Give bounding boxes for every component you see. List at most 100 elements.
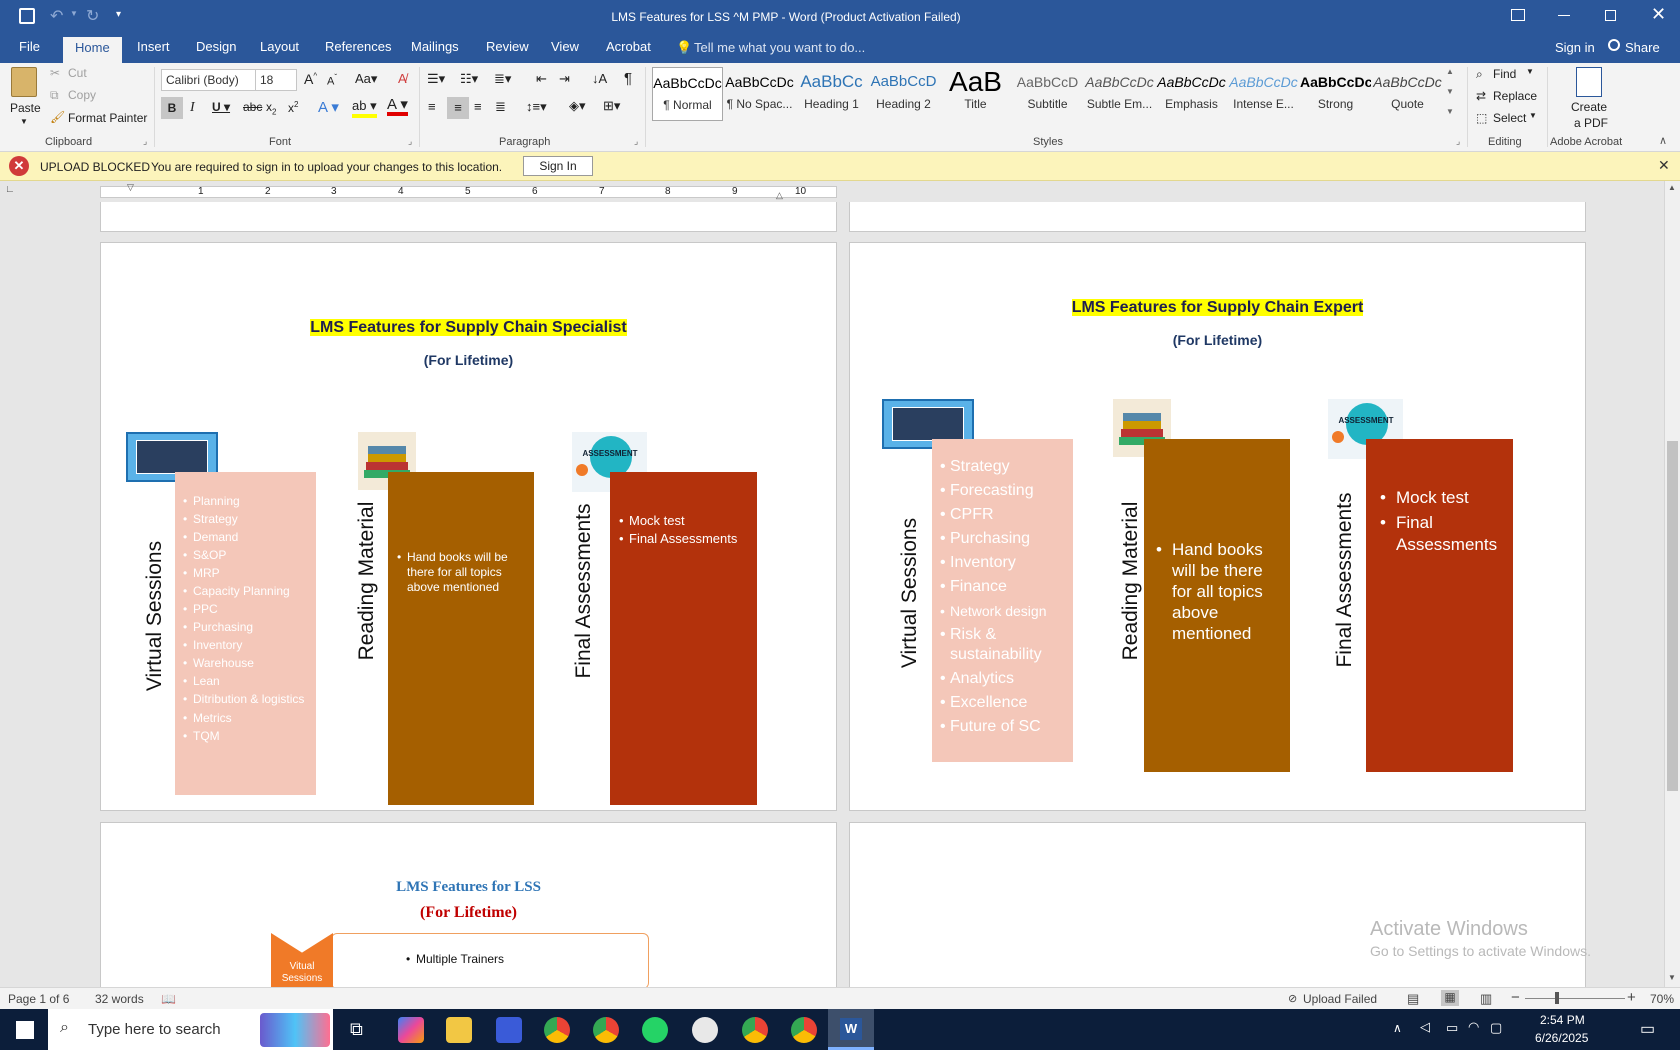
style-strong[interactable]: AaBbCcDc Strong [1300, 67, 1371, 121]
tab-file[interactable]: File [19, 39, 40, 54]
document-area[interactable]: LMS Features for Supply Chain Specialist… [0, 202, 1664, 987]
format-painter-button[interactable]: Format Painter [68, 111, 147, 125]
tab-acrobat[interactable]: Acrobat [606, 39, 651, 54]
word-count[interactable]: 32 words [95, 992, 144, 1006]
select-button[interactable]: Select [1493, 111, 1526, 125]
upload-status[interactable]: Upload Failed [1303, 992, 1377, 1006]
scroll-thumb[interactable] [1667, 441, 1678, 791]
word-taskbar-button[interactable]: W [828, 1009, 874, 1050]
file-explorer-icon[interactable] [446, 1017, 472, 1043]
bold-button[interactable]: B [161, 97, 183, 119]
app-icon[interactable] [496, 1017, 522, 1043]
paste-dropdown-icon[interactable]: ▼ [20, 117, 28, 126]
change-case-icon[interactable]: Aa▾ [355, 71, 377, 87]
italic-button[interactable]: I [190, 100, 195, 116]
minimize-icon[interactable] [1558, 15, 1570, 16]
windows-start-icon[interactable] [16, 1021, 34, 1039]
read-mode-icon[interactable]: ▤ [1407, 991, 1419, 1007]
shading-icon[interactable]: ◈▾ [569, 98, 586, 114]
tab-home[interactable]: Home [63, 37, 122, 63]
horizontal-ruler[interactable]: 1 2 3 4 5 6 7 8 9 10 [100, 186, 837, 198]
align-left-icon[interactable]: ≡ [428, 99, 436, 114]
bullets-icon[interactable]: ☰▾ [427, 71, 445, 87]
styles-launcher-icon[interactable]: ⌟ [1456, 136, 1460, 147]
copy-button[interactable]: Copy [68, 88, 96, 102]
proofing-icon[interactable]: 📖 [161, 992, 176, 1006]
page-supply-chain-expert[interactable]: LMS Features for Supply Chain Expert (Fo… [849, 242, 1586, 811]
chrome-icon[interactable] [742, 1017, 768, 1043]
style-subtitle[interactable]: AaBbCcD Subtitle [1012, 67, 1083, 121]
tab-review[interactable]: Review [486, 39, 529, 54]
tab-selector-icon[interactable]: ∟ [5, 184, 19, 198]
line-spacing-icon[interactable]: ↕≡▾ [526, 99, 547, 115]
whatsapp-icon[interactable] [642, 1017, 668, 1043]
find-dropdown-icon[interactable]: ▼ [1526, 67, 1534, 76]
style-normal[interactable]: AaBbCcDc ¶ Normal [652, 67, 723, 121]
scroll-up-icon[interactable]: ▲ [1668, 183, 1676, 192]
network-icon[interactable]: ▭ [1446, 1020, 1458, 1036]
highlight-color-icon[interactable]: ab ▾ [352, 98, 377, 118]
scroll-down-icon[interactable]: ▼ [1668, 973, 1676, 982]
first-line-indent-marker[interactable]: ▽ [127, 182, 134, 193]
text-effects-icon[interactable]: A ▾ [318, 98, 339, 116]
tab-view[interactable]: View [551, 39, 579, 54]
copilot-icon[interactable] [398, 1017, 424, 1043]
sort-icon[interactable]: ↓A [592, 71, 607, 86]
superscript-button[interactable]: x2 [288, 100, 298, 115]
style-subtle-emphasis[interactable]: AaBbCcDc Subtle Em... [1084, 67, 1155, 121]
tell-me-box[interactable]: Tell me what you want to do... [694, 40, 865, 55]
share-button[interactable]: Share [1625, 40, 1660, 55]
clear-formatting-icon[interactable]: A̸ [398, 71, 407, 86]
multilevel-list-icon[interactable]: ≣▾ [494, 71, 511, 87]
paragraph-launcher-icon[interactable]: ⌟ [634, 136, 638, 147]
tray-overflow-icon[interactable]: ∧ [1393, 1021, 1402, 1035]
tab-layout[interactable]: Layout [260, 39, 299, 54]
copy-icon[interactable]: ⧉ [50, 88, 59, 103]
clipboard-launcher-icon[interactable]: ⌟ [143, 136, 147, 147]
style-quote[interactable]: AaBbCcDc Quote [1372, 67, 1443, 121]
ribbon-display-options-icon[interactable] [1511, 9, 1525, 21]
style-no-spacing[interactable]: AaBbCcDc ¶ No Spac... [724, 67, 795, 121]
underline-button[interactable]: U ▾ [212, 100, 230, 114]
select-dropdown-icon[interactable]: ▼ [1529, 111, 1537, 120]
taskbar-date[interactable]: 6/26/2025 [1535, 1031, 1588, 1045]
font-name-combo[interactable]: Calibri (Body) [161, 69, 256, 91]
replace-button[interactable]: Replace [1493, 89, 1537, 103]
create-pdf-line1[interactable]: Create [1571, 100, 1607, 114]
shrink-font-icon[interactable]: Aˇ [327, 73, 337, 88]
wifi-icon[interactable]: ◠ [1468, 1019, 1479, 1035]
right-indent-marker[interactable]: △ [776, 190, 783, 201]
page-blank[interactable] [849, 822, 1586, 987]
taskbar-search-box[interactable]: ⌕ Type here to search [48, 1009, 333, 1050]
style-title[interactable]: AaB Title [940, 67, 1011, 121]
collapse-ribbon-icon[interactable]: ∧ [1659, 134, 1667, 147]
sign-in-link[interactable]: Sign in [1555, 40, 1595, 55]
battery-icon[interactable]: ▢ [1490, 1020, 1502, 1036]
show-formatting-icon[interactable]: ¶ [624, 70, 632, 87]
task-view-icon[interactable]: ⧉ [350, 1019, 363, 1040]
zoom-slider[interactable] [1525, 998, 1625, 999]
style-heading-2[interactable]: AaBbCcD Heading 2 [868, 67, 939, 121]
replace-icon[interactable]: ⇄ [1476, 89, 1486, 103]
volume-icon[interactable]: ◁ [1420, 1019, 1430, 1035]
tab-references[interactable]: References [325, 39, 391, 54]
create-pdf-line2[interactable]: a PDF [1574, 116, 1608, 130]
align-center-icon[interactable]: ≡ [447, 97, 469, 119]
message-close-icon[interactable]: ✕ [1658, 157, 1670, 174]
paste-icon[interactable] [11, 67, 37, 97]
strikethrough-button[interactable]: abc [243, 100, 262, 114]
paste-button[interactable]: Paste [10, 101, 41, 115]
font-launcher-icon[interactable]: ⌟ [408, 136, 412, 147]
decrease-indent-icon[interactable]: ⇤ [536, 71, 547, 87]
font-size-combo[interactable]: 18 [255, 69, 297, 91]
tab-insert[interactable]: Insert [137, 39, 170, 54]
increase-indent-icon[interactable]: ⇥ [559, 71, 570, 87]
subscript-button[interactable]: x2 [266, 100, 276, 116]
zoom-level[interactable]: 70% [1650, 992, 1674, 1006]
styles-scroll-up-icon[interactable]: ▲ [1446, 67, 1454, 76]
zoom-in-icon[interactable]: + [1627, 989, 1636, 1006]
borders-icon[interactable]: ⊞▾ [603, 98, 620, 114]
zoom-out-icon[interactable]: − [1511, 989, 1520, 1006]
tab-mailings[interactable]: Mailings [411, 39, 459, 54]
justify-icon[interactable]: ≣ [495, 99, 506, 115]
